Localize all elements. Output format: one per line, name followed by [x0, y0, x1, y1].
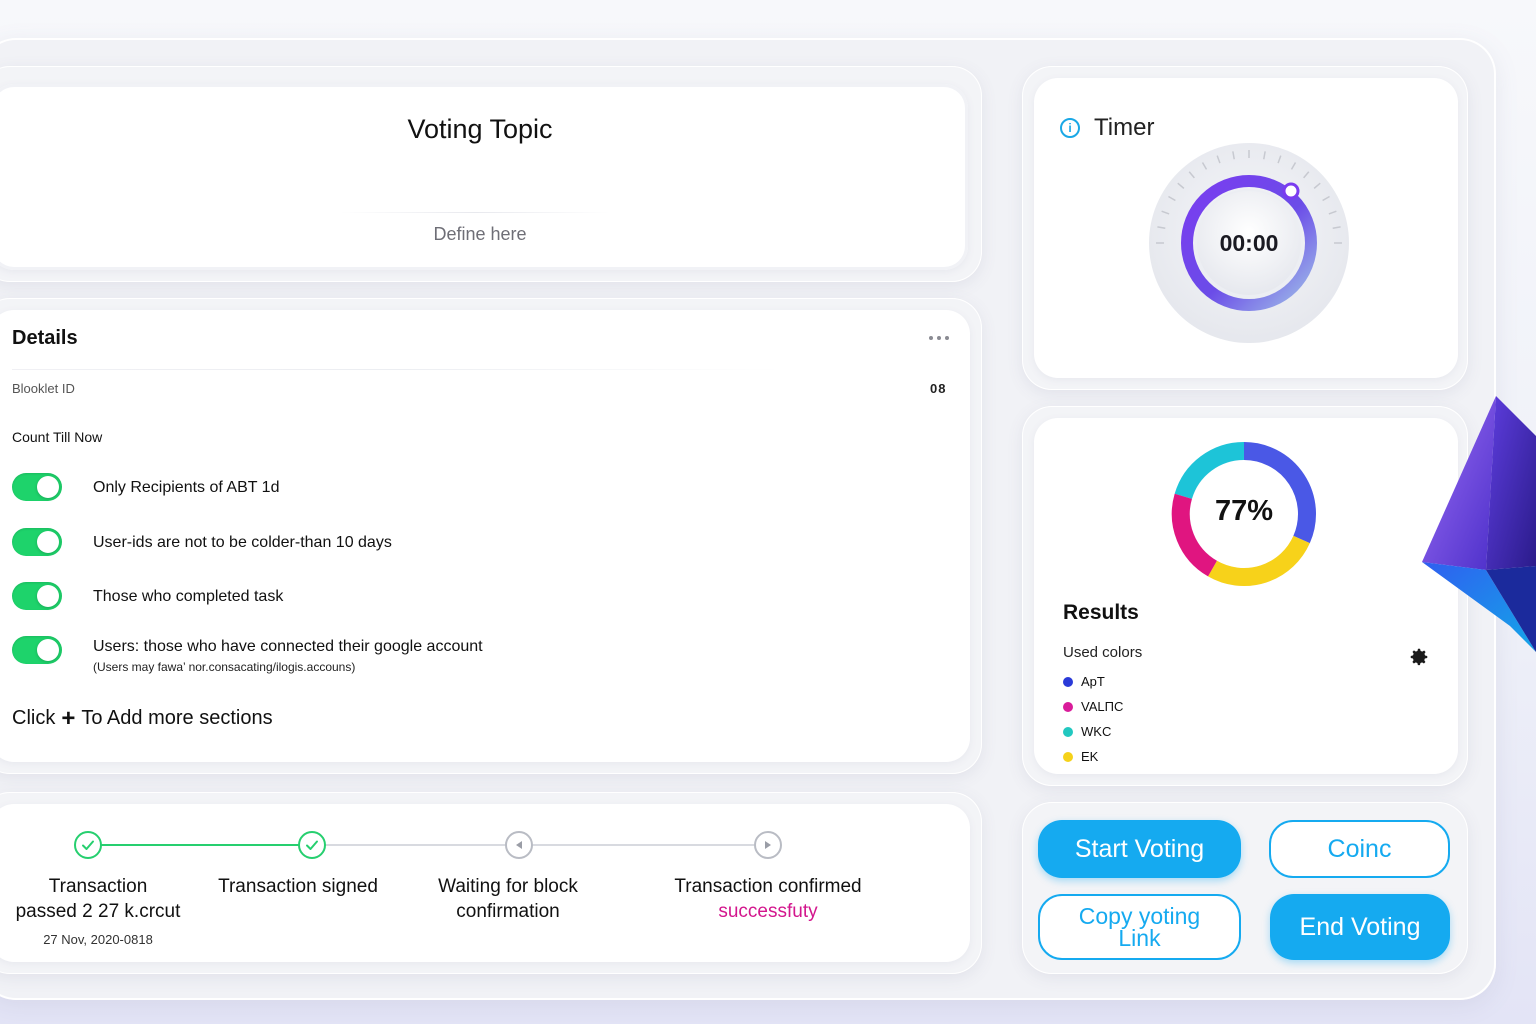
transaction-date: 27 Nov, 2020-0818 — [43, 932, 153, 947]
step-1-label: Transaction passed 2 27 k.crcut — [8, 874, 188, 924]
step-connector-done — [101, 844, 299, 846]
toggle-knob — [37, 476, 59, 498]
start-voting-button[interactable]: Start Voting — [1038, 820, 1241, 878]
more-options-icon[interactable] — [924, 326, 954, 350]
legend-label-1: ApT — [1081, 674, 1105, 689]
results-percent: 77% — [1214, 495, 1274, 527]
step-3-line1: Waiting for block — [438, 876, 578, 897]
legend-item-4: EK — [1063, 749, 1098, 764]
rule-label-2: User-ids are not to be colder-than 10 da… — [93, 534, 392, 551]
step-4-label: Transaction confirmed successfuty — [656, 874, 880, 924]
rule-label-3: Those who completed task — [93, 588, 284, 605]
legend-dot — [1063, 751, 1073, 762]
legend-dot — [1063, 676, 1073, 687]
rule-note: (Users may fawa’ nor.consacating/ilogis.… — [93, 660, 356, 674]
step-2-label: Transaction signed — [198, 874, 398, 899]
toggle-rule-2[interactable] — [12, 528, 62, 556]
count-till-now-label: Count Till Now — [12, 429, 103, 445]
step-2-check-icon — [298, 831, 326, 859]
booklet-id-label: Blooklet ID — [12, 381, 75, 396]
plus-icon[interactable]: + — [61, 706, 75, 730]
rule-label-4: Users: those who have connected their go… — [93, 638, 483, 655]
crystal-gem-icon — [1422, 396, 1536, 652]
timer-title: Timer — [1094, 114, 1155, 141]
info-icon[interactable]: i — [1060, 118, 1080, 138]
rule-label-1: Only Recipients of ABT 1d — [93, 479, 280, 496]
toggle-knob — [37, 639, 59, 661]
results-title: Results — [1063, 601, 1139, 624]
timer-header: i Timer — [1060, 114, 1154, 142]
step-connector-pending — [532, 844, 754, 846]
step-1-line2: passed 2 27 k.crcut — [15, 901, 181, 922]
step-connector-pending — [325, 844, 506, 846]
legend-item-2: VALΠC — [1063, 699, 1123, 714]
legend-dot — [1063, 726, 1073, 737]
step-4-line2: successfuty — [718, 901, 818, 922]
step-3-label: Waiting for block confirmation — [418, 874, 598, 924]
copy-link-line2: Link — [1118, 925, 1161, 951]
step-3-back-icon — [505, 831, 533, 859]
copy-link-line1: Copy yoting — [1078, 903, 1201, 929]
legend-label-2: VALΠC — [1081, 699, 1124, 714]
add-suffix: To Add more sections — [81, 707, 273, 729]
details-divider — [12, 369, 782, 370]
legend-dot — [1063, 701, 1073, 712]
topic-underline — [340, 212, 610, 213]
timer-value: 00:00 — [1219, 230, 1279, 256]
donut-segment-cyan — [1174, 441, 1245, 500]
copy-voting-link-button[interactable]: Copy yoting Link — [1038, 894, 1241, 960]
timer-handle — [1282, 182, 1300, 200]
toggle-rule-4[interactable] — [12, 636, 62, 664]
step-1-check-icon — [74, 831, 102, 859]
used-colors-label: Used colors — [1063, 644, 1143, 661]
booklet-id-value: 08 — [930, 381, 947, 396]
legend-label-3: WKC — [1081, 724, 1112, 739]
details-title: Details — [12, 327, 78, 349]
step-1-line1: Transaction — [48, 876, 148, 897]
add-section-link[interactable]: Click + To Add more sections — [12, 706, 273, 730]
add-prefix: Click — [12, 707, 56, 729]
legend-item-3: WKC — [1063, 724, 1111, 739]
toggle-rule-1[interactable] — [12, 473, 62, 501]
topic-title: Voting Topic — [407, 114, 553, 144]
toggle-knob — [37, 585, 59, 607]
end-voting-button[interactable]: End Voting — [1270, 894, 1450, 960]
topic-placeholder[interactable]: Define here — [0, 224, 960, 245]
step-2-line1: Transaction signed — [218, 876, 378, 897]
legend-item-1: ApT — [1063, 674, 1105, 689]
coinc-button[interactable]: Coinc — [1269, 820, 1450, 878]
step-3-line2: confirmation — [456, 901, 560, 922]
toggle-knob — [37, 531, 59, 553]
step-4-play-icon — [754, 831, 782, 859]
toggle-rule-3[interactable] — [12, 582, 62, 610]
step-4-line1: Transaction confirmed — [674, 876, 862, 897]
legend-label-4: EK — [1081, 749, 1099, 764]
